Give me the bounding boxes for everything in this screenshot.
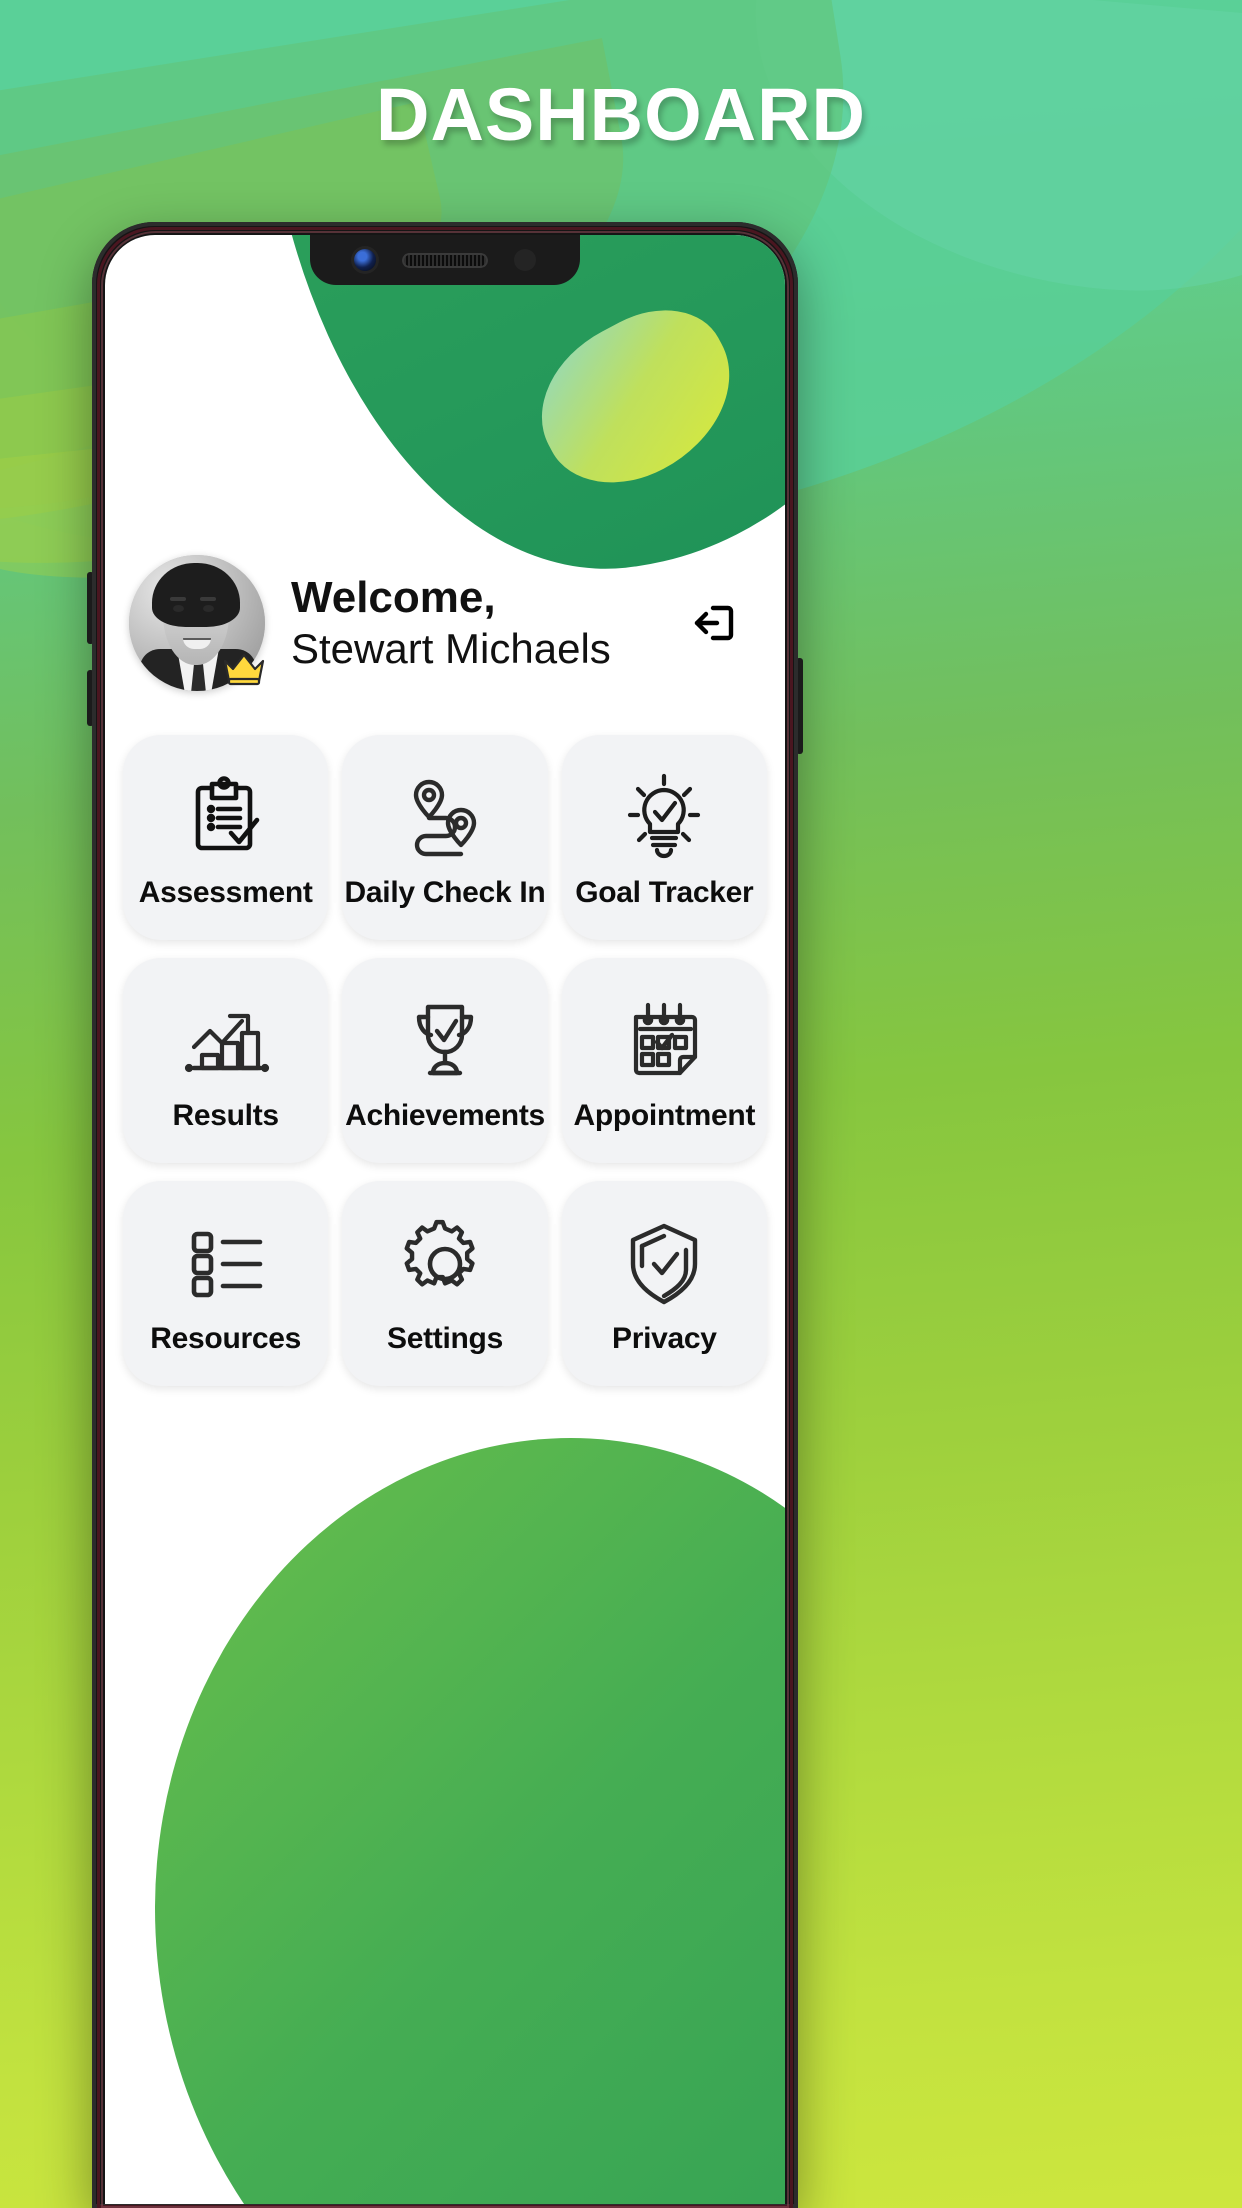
tile-label: Achievements xyxy=(345,1098,545,1132)
tile-label: Settings xyxy=(387,1321,503,1355)
tile-label: Assessment xyxy=(138,875,313,909)
tile-resources[interactable]: Resources xyxy=(123,1181,329,1386)
lightbulb-check-icon xyxy=(612,766,716,870)
shield-check-icon xyxy=(612,1212,716,1316)
logout-icon xyxy=(694,605,734,641)
tile-appointment[interactable]: Appointment xyxy=(561,958,767,1163)
welcome-greeting: Welcome, xyxy=(291,572,496,622)
proximity-sensor-icon xyxy=(514,249,536,271)
crown-icon xyxy=(219,643,269,693)
front-camera-icon xyxy=(354,249,376,271)
user-name: Stewart Michaels xyxy=(291,624,611,672)
avatar-wrapper[interactable] xyxy=(129,555,265,691)
tile-achievements[interactable]: Achievements xyxy=(342,958,548,1163)
gear-icon xyxy=(393,1212,497,1316)
page-title: DASHBOARD xyxy=(376,73,866,156)
phone-mockup: Welcome, Stewart Michaels Assessment Dai… xyxy=(87,222,803,2208)
tile-label: Daily Check In xyxy=(344,875,546,909)
tile-settings[interactable]: Settings xyxy=(342,1181,548,1386)
volume-down-button[interactable] xyxy=(87,670,94,726)
tile-label: Results xyxy=(172,1098,280,1132)
tile-label: Goal Tracker xyxy=(575,875,754,909)
tile-label: Appointment xyxy=(573,1098,756,1132)
phone-notch xyxy=(310,235,580,285)
profile-header: Welcome, Stewart Michaels xyxy=(105,555,785,691)
tile-label: Resources xyxy=(150,1321,302,1355)
tile-label: Privacy xyxy=(611,1321,717,1355)
tile-privacy[interactable]: Privacy xyxy=(561,1181,767,1386)
calendar-check-icon xyxy=(612,989,716,1093)
phone-screen: Welcome, Stewart Michaels Assessment Dai… xyxy=(105,235,785,2208)
app-content: Welcome, Stewart Michaels Assessment Dai… xyxy=(105,235,785,2208)
logout-button[interactable] xyxy=(679,587,751,659)
growth-chart-icon xyxy=(174,989,278,1093)
clipboard-check-icon xyxy=(174,766,278,870)
checklist-icon xyxy=(174,1212,278,1316)
trophy-check-icon xyxy=(393,989,497,1093)
volume-up-button[interactable] xyxy=(87,572,94,644)
earpiece-speaker-icon xyxy=(402,252,488,268)
power-button[interactable] xyxy=(796,658,803,754)
tile-assessment[interactable]: Assessment xyxy=(123,735,329,940)
tile-daily-check-in[interactable]: Daily Check In xyxy=(342,735,548,940)
route-pins-icon xyxy=(393,766,497,870)
tile-results[interactable]: Results xyxy=(123,958,329,1163)
welcome-block: Welcome, Stewart Michaels xyxy=(291,573,679,674)
feature-grid: Assessment Daily Check In Goal Tracker R… xyxy=(105,735,785,1386)
tile-goal-tracker[interactable]: Goal Tracker xyxy=(561,735,767,940)
